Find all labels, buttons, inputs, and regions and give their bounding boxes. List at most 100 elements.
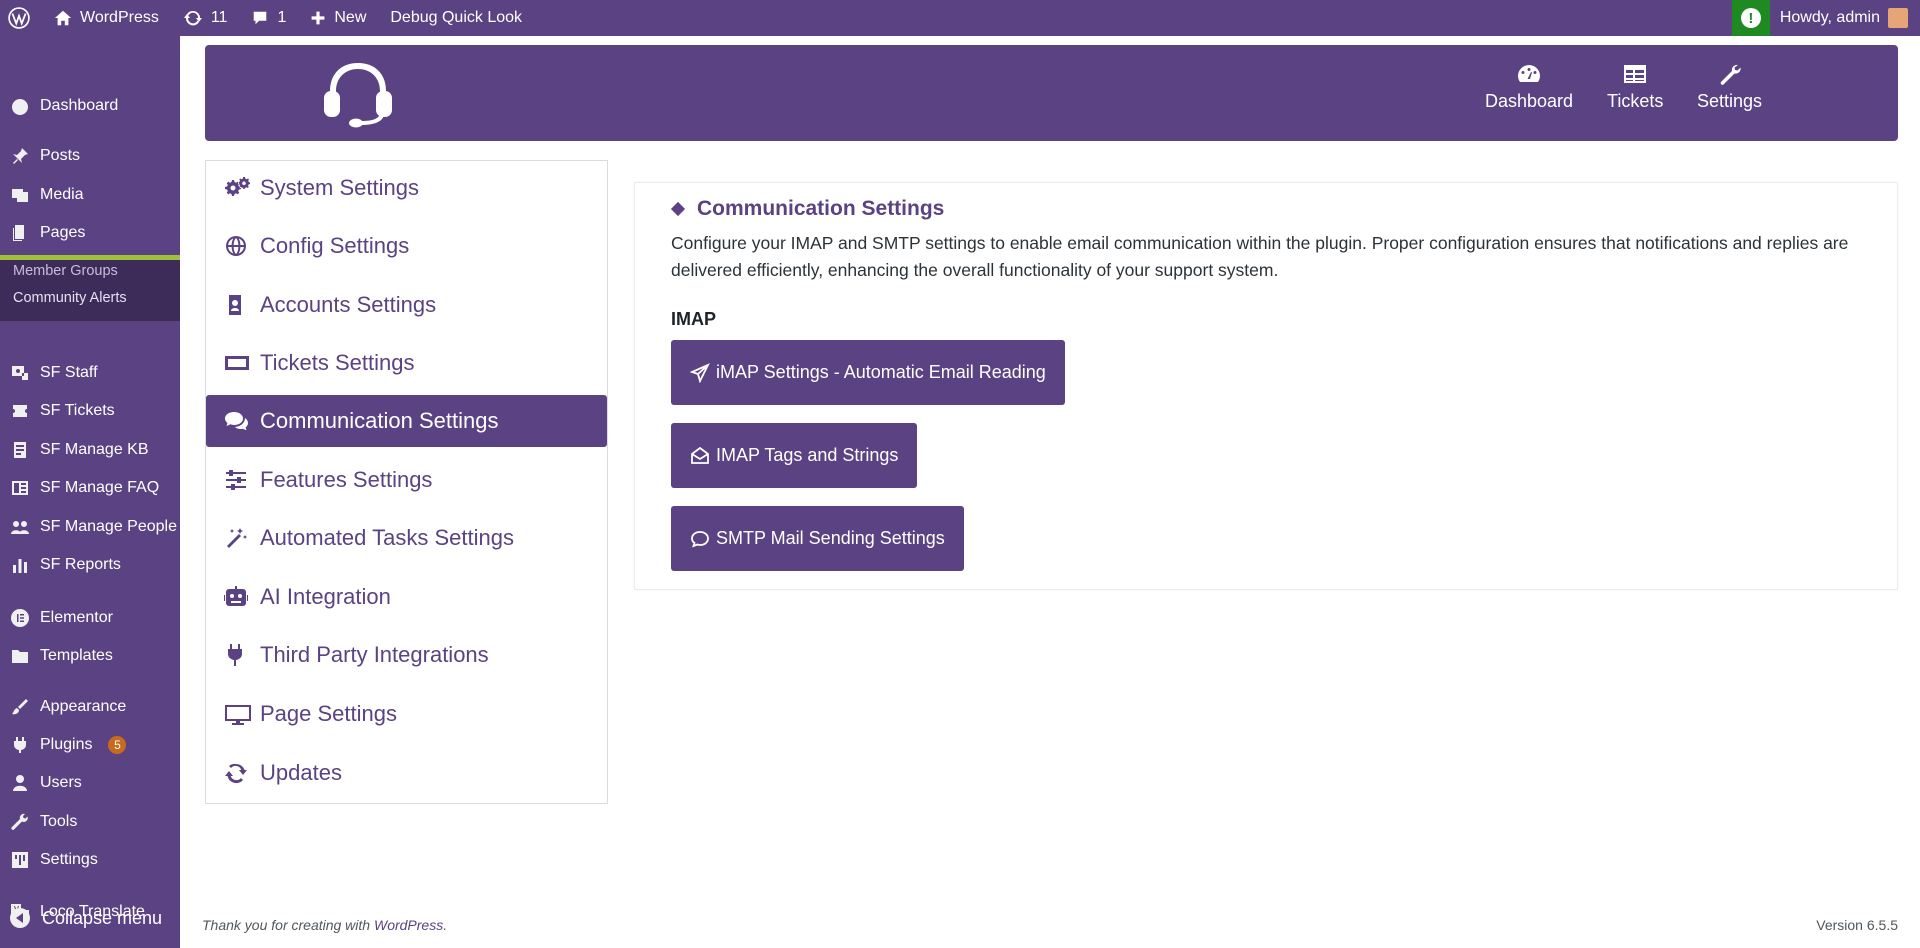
header-nav-tickets[interactable]: Tickets (1607, 63, 1663, 112)
header-nav-settings[interactable]: Settings (1697, 63, 1762, 112)
debug-label: Debug Quick Look (390, 9, 523, 26)
footer-period: . (443, 917, 448, 933)
settings-menu-label: Page Settings (260, 701, 397, 726)
cogs-icon (224, 176, 252, 200)
new-label: New (334, 9, 367, 26)
comments-count: 1 (277, 9, 287, 26)
reports-icon (10, 555, 30, 575)
settings-menu-item-updates[interactable]: Updates (206, 747, 607, 799)
header-nav-tickets-label: Tickets (1607, 91, 1664, 111)
refresh-icon (224, 761, 252, 785)
settings-menu-item-page-settings[interactable]: Page Settings (206, 688, 607, 740)
communication-settings-card: Communication Settings Configure your IM… (634, 182, 1898, 590)
sliders-icon (224, 468, 252, 492)
settings-menu-item-system-settings[interactable]: System Settings (206, 162, 607, 214)
smtp-settings-button[interactable]: SMTP Mail Sending Settings (671, 506, 964, 571)
sidebar-item-media[interactable]: Media (0, 177, 180, 213)
pages-icon (10, 223, 30, 243)
footer-thanks-text: Thank you for creating with (202, 917, 374, 933)
debug-quick-look-link[interactable]: Debug Quick Look (378, 0, 534, 36)
settings-menu-label: Updates (260, 760, 342, 785)
sidebar-item-sf-tickets[interactable]: SF Tickets (0, 393, 180, 429)
sidebar-item-elementor[interactable]: Elementor (0, 600, 180, 636)
settings-menu-label: Config Settings (260, 233, 410, 258)
sidebar-item-dashboard[interactable]: Dashboard (0, 88, 180, 124)
sidebar-item-label: Dashboard (40, 97, 119, 114)
collapse-label: Collapse menu (42, 907, 163, 928)
settings-menu-item-features-settings[interactable]: Features Settings (206, 454, 607, 506)
settings-menu-label: Features Settings (260, 467, 433, 492)
site-name: WordPress (80, 9, 159, 26)
wp-logo-button[interactable] (0, 0, 42, 36)
howdy-text: Howdy, admin (1779, 9, 1880, 26)
settings-menu-label: Third Party Integrations (260, 642, 489, 667)
settings-menu-item-automated-tasks-settings[interactable]: Automated Tasks Settings (206, 512, 607, 564)
sidebar-item-pages[interactable]: Pages (0, 215, 180, 251)
site-name-link[interactable]: WordPress (42, 0, 171, 36)
sidebar-item-users[interactable]: Users (0, 765, 180, 801)
sidebar-item-sf-staff[interactable]: SF Staff (0, 355, 180, 391)
sidebar-item-templates[interactable]: Templates (0, 638, 180, 674)
settings-menu-label: Accounts Settings (260, 292, 437, 317)
sidebar-item-label: SF Staff (40, 364, 98, 381)
plus-icon (311, 11, 325, 25)
sidebar-item-sf-manage-faq[interactable]: SF Manage FAQ (0, 470, 180, 506)
headset-logo-icon (320, 57, 396, 134)
imap-settings-button[interactable]: iMAP Settings - Automatic Email Reading (671, 340, 1065, 405)
sidebar-item-posts[interactable]: Posts (0, 138, 180, 174)
collapse-icon (10, 908, 30, 928)
settings-menu-item-ai-integration[interactable]: AI Integration (206, 571, 607, 623)
sidebar-item-label: Pages (40, 224, 86, 241)
home-icon (54, 10, 72, 26)
settings-menu-item-accounts-settings[interactable]: Accounts Settings (206, 279, 607, 331)
submenu-item-community-alerts[interactable]: Community Alerts (0, 282, 180, 314)
sidebar-item-tools[interactable]: Tools (0, 804, 180, 840)
settings-menu-label: AI Integration (260, 584, 391, 609)
envelope-open-icon (691, 446, 709, 464)
staff-icon (10, 363, 30, 383)
sidebar-item-appearance[interactable]: Appearance (0, 689, 180, 725)
new-content-link[interactable]: New (298, 0, 378, 36)
settings-menu-item-third-party-integrations[interactable]: Third Party Integrations (206, 629, 607, 681)
settings-menu-label: Tickets Settings (260, 350, 415, 375)
plug-icon (224, 643, 252, 667)
header-nav-dashboard[interactable]: Dashboard (1485, 63, 1573, 112)
settings-menu-item-communication-settings[interactable]: Communication Settings (206, 395, 607, 447)
media-icon (10, 185, 30, 205)
sidebar-item-label: Media (40, 186, 84, 203)
updates-link[interactable]: 11 (171, 0, 240, 36)
sidebar-item-label: SF Tickets (40, 402, 115, 419)
sidebar-item-sf-manage-people[interactable]: SF Manage People (0, 509, 180, 545)
kb-icon (10, 440, 30, 460)
count-badge: 5 (108, 736, 127, 754)
alert-button[interactable]: ! (1731, 0, 1770, 36)
elementor-icon (10, 608, 30, 628)
settings-menu-label: Automated Tasks Settings (260, 525, 514, 550)
imap-section-label: IMAP (671, 309, 716, 329)
footer-version: Version 6.5.5 (1816, 917, 1898, 933)
sidebar-item-label: SF Manage FAQ (40, 479, 160, 496)
settings-menu: System Settings Config Settings Accounts S… (205, 160, 608, 804)
sidebar-item-label: Plugins (40, 736, 93, 753)
my-account-link[interactable]: Howdy, admin (1770, 8, 1920, 28)
submenu-item-member-groups[interactable]: Member Groups (0, 260, 180, 282)
imap-tags-strings-button[interactable]: IMAP Tags and Strings (671, 423, 918, 488)
sidebar-item-label: SF Manage People (40, 518, 177, 535)
settings-menu-item-config-settings[interactable]: Config Settings (206, 220, 607, 272)
sidebar-item-plugins[interactable]: Plugins 5 (0, 727, 180, 763)
sidebar-item-label: Templates (40, 647, 113, 664)
wordpress-icon (8, 7, 30, 29)
footer-wordpress-link[interactable]: WordPress (374, 917, 443, 933)
sidebar-item-label: Tools (40, 813, 78, 830)
comments-link[interactable]: 1 (239, 0, 298, 36)
paper-plane-icon (690, 362, 710, 383)
settings-menu-item-tickets-settings[interactable]: Tickets Settings (206, 337, 607, 389)
sidebar-item-settings[interactable]: Settings (0, 842, 180, 878)
settings-menu-label: System Settings (260, 175, 419, 200)
magic-wand-icon (224, 526, 252, 550)
sidebar-item-sf-reports[interactable]: SF Reports (0, 547, 180, 583)
sidebar-item-sf-manage-kb[interactable]: SF Manage KB (0, 432, 180, 468)
plugin-icon (10, 735, 30, 755)
collapse-menu-button[interactable]: Collapse menu (0, 900, 180, 936)
sidebar-item-label: Elementor (40, 609, 113, 626)
